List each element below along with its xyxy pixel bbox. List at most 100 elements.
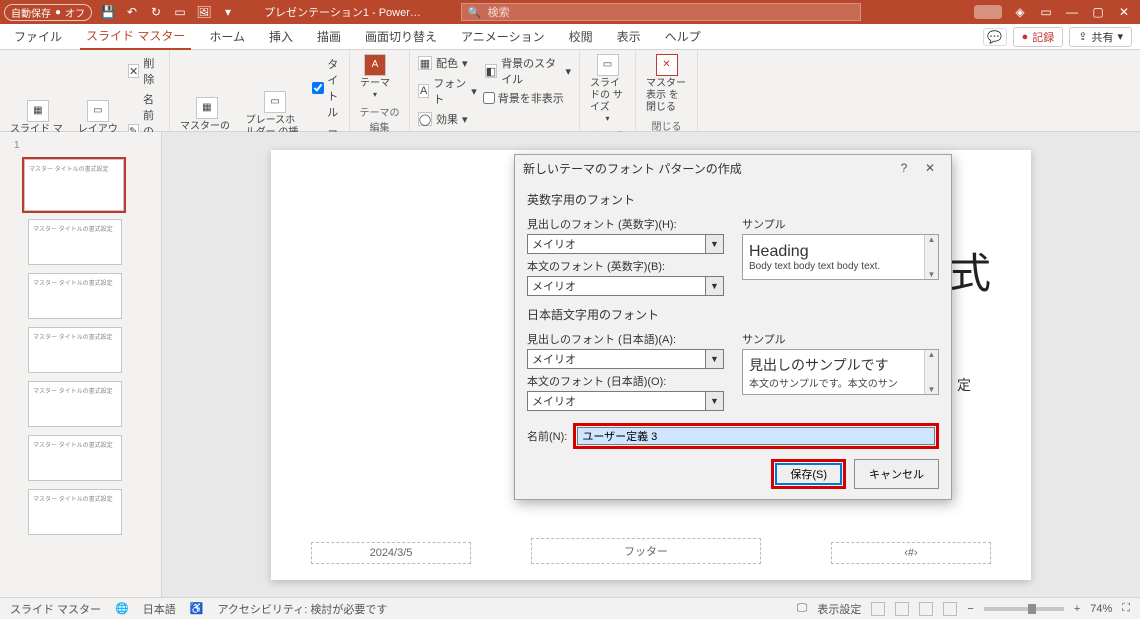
create-theme-fonts-dialog: 新しいテーマのフォント パターンの作成 ? ✕ 英数字用のフォント 見出しのフォ… <box>514 154 952 500</box>
tab-transition[interactable]: 画面切り替え <box>359 24 443 49</box>
view-sorter-icon[interactable] <box>895 602 909 616</box>
thumbnail-layout[interactable]: マスター タイトルの書式設定 <box>28 489 122 535</box>
ribbon-tabs: ファイル スライド マスター ホーム 挿入 描画 画面切り替え アニメーション … <box>0 24 1140 50</box>
view-reading-icon[interactable] <box>919 602 933 616</box>
tab-view[interactable]: 表示 <box>611 24 647 49</box>
display-settings[interactable]: 表示設定 <box>817 601 861 617</box>
hide-bg-checkbox[interactable]: 背景を非表示 <box>483 90 573 106</box>
slidenum-placeholder[interactable]: ‹#› <box>831 542 991 564</box>
close-icon[interactable]: ✕ <box>1116 4 1132 20</box>
themes-button[interactable]: Aテーマ▾ <box>356 52 394 102</box>
jp-sample-box: 見出しのサンプルです 本文のサンプルです。本文のサン ▲▼ <box>742 349 939 395</box>
tab-review[interactable]: 校閲 <box>563 24 599 49</box>
tab-home[interactable]: ホーム <box>203 24 251 49</box>
heading-jp-combo[interactable]: メイリオ▼ <box>527 349 724 369</box>
minimize-icon[interactable]: — <box>1064 4 1080 20</box>
work-area: 1 マスター タイトルの書式設定 マスター タイトルの書式設定 マスター タイト… <box>0 132 1140 597</box>
start-slideshow-icon[interactable]: ▭ <box>172 4 188 20</box>
colors-icon: ▦ <box>418 56 432 70</box>
redo-icon[interactable]: ↻ <box>148 4 164 20</box>
status-lang[interactable]: 日本語 <box>143 601 176 617</box>
display-settings-icon: 🖵 <box>797 602 808 615</box>
tab-help[interactable]: ヘルプ <box>659 24 707 49</box>
view-normal-icon[interactable] <box>871 602 885 616</box>
zoom-in-icon[interactable]: + <box>1074 603 1080 615</box>
effects-button[interactable]: ◯効果 ▾ <box>416 110 479 128</box>
close-master-button[interactable]: ✕マスター表示 を閉じる <box>642 52 691 116</box>
record-button[interactable]: ●記録 <box>1013 27 1064 47</box>
chevron-down-icon[interactable]: ▼ <box>706 234 724 254</box>
heading-jp-label: 見出しのフォント (日本語)(A): <box>527 331 724 347</box>
group-label-theme-edit: テーマの編集 <box>356 102 403 136</box>
dialog-close-icon[interactable]: ✕ <box>917 161 943 175</box>
status-accessibility[interactable]: アクセシビリティ: 検討が必要です <box>217 601 387 617</box>
fonts-button[interactable]: Aフォント ▾ <box>416 74 479 108</box>
name-label: 名前(N): <box>527 428 567 444</box>
sample-label-latin: サンプル <box>742 216 939 232</box>
qat-overflow-icon[interactable]: ▾ <box>220 4 236 20</box>
maximize-icon[interactable]: ▢ <box>1090 4 1106 20</box>
dialog-help-icon[interactable]: ? <box>891 161 917 175</box>
diamond-icon[interactable]: ◈ <box>1012 4 1028 20</box>
view-slideshow-icon[interactable] <box>943 602 957 616</box>
thumbnail-layout[interactable]: マスター タイトルの書式設定 <box>28 435 122 481</box>
titlebar: 自動保存 ● オフ 💾 ↶ ↻ ▭ 🖼 ▾ プレゼンテーション1 - Power… <box>0 0 1140 24</box>
save-icon[interactable]: 💾 <box>100 4 116 20</box>
fonts-icon: A <box>418 84 429 98</box>
search-icon: 🔍 <box>468 6 482 19</box>
bg-style-icon: ◧ <box>485 64 497 78</box>
chevron-down-icon[interactable]: ▼ <box>706 391 724 411</box>
status-lang-icon: 🌐 <box>115 602 129 615</box>
name-input[interactable] <box>577 427 935 445</box>
thumbnail-master[interactable]: マスター タイトルの書式設定 <box>24 159 124 211</box>
thumbnail-layout[interactable]: マスター タイトルの書式設定 <box>28 219 122 265</box>
sample-label-jp: サンプル <box>742 331 939 347</box>
thumbnail-layout[interactable]: マスター タイトルの書式設定 <box>28 273 122 319</box>
colors-button[interactable]: ▦配色 ▾ <box>416 54 479 72</box>
slide-size-button[interactable]: ▭スライドの サイズ▾ <box>586 52 629 126</box>
chevron-down-icon[interactable]: ▼ <box>706 349 724 369</box>
cancel-button[interactable]: キャンセル <box>854 459 939 489</box>
status-mode[interactable]: スライド マスター <box>10 601 101 617</box>
body-latin-label: 本文のフォント (英数字)(B): <box>527 258 724 274</box>
slide-canvas[interactable]: の書式 定 2024/3/5 フッター ‹#› 新しいテーマのフォント パターン… <box>162 132 1140 597</box>
tab-insert[interactable]: 挿入 <box>263 24 299 49</box>
dialog-title: 新しいテーマのフォント パターンの作成 <box>523 160 742 177</box>
delete-button[interactable]: ✕削除 <box>126 54 163 88</box>
latin-sample-box: Heading Body text body text body text. ▲… <box>742 234 939 280</box>
undo-icon[interactable]: ↶ <box>124 4 140 20</box>
body-latin-combo[interactable]: メイリオ▼ <box>527 276 724 296</box>
picture-icon[interactable]: 🖼 <box>196 4 212 20</box>
footer-placeholder[interactable]: フッター <box>531 538 761 564</box>
chevron-down-icon[interactable]: ▼ <box>706 276 724 296</box>
title-checkbox[interactable]: タイトル <box>312 56 343 120</box>
thumbnail-layout[interactable]: マスター タイトルの書式設定 <box>28 327 122 373</box>
slide-thumbnails-panel[interactable]: 1 マスター タイトルの書式設定 マスター タイトルの書式設定 マスター タイト… <box>0 132 162 597</box>
sample-scrollbar[interactable]: ▲▼ <box>924 235 938 279</box>
share-button[interactable]: ⇪共有▾ <box>1069 27 1132 47</box>
tab-draw[interactable]: 描画 <box>311 24 347 49</box>
heading-latin-label: 見出しのフォント (英数字)(H): <box>527 216 724 232</box>
search-input[interactable]: 🔍 検索 <box>461 3 861 21</box>
ribbon-display-icon[interactable]: ▭ <box>1038 4 1054 20</box>
sample-scrollbar[interactable]: ▲▼ <box>924 350 938 394</box>
save-button[interactable]: 保存(S) <box>775 463 842 485</box>
tab-file[interactable]: ファイル <box>8 24 68 49</box>
comments-toggle-icon[interactable]: 💬 <box>983 28 1007 46</box>
zoom-value[interactable]: 74% <box>1090 603 1112 615</box>
fit-to-window-icon[interactable]: ⛶ <box>1122 602 1130 615</box>
zoom-slider[interactable] <box>984 607 1064 611</box>
tab-animation[interactable]: アニメーション <box>455 24 551 49</box>
tab-slide-master[interactable]: スライド マスター <box>80 23 191 50</box>
body-jp-combo[interactable]: メイリオ▼ <box>527 391 724 411</box>
body-jp-label: 本文のフォント (日本語)(O): <box>527 373 724 389</box>
bg-style-button[interactable]: ◧背景のスタイル ▾ <box>483 54 573 88</box>
account-avatar[interactable] <box>974 5 1002 19</box>
dialog-titlebar: 新しいテーマのフォント パターンの作成 ? ✕ <box>515 155 951 181</box>
autosave-toggle[interactable]: 自動保存 ● オフ <box>4 4 92 21</box>
heading-latin-combo[interactable]: メイリオ▼ <box>527 234 724 254</box>
thumbnail-layout[interactable]: マスター タイトルの書式設定 <box>28 381 122 427</box>
zoom-out-icon[interactable]: − <box>967 603 973 615</box>
accessibility-icon: ♿ <box>190 602 204 615</box>
date-placeholder[interactable]: 2024/3/5 <box>311 542 471 564</box>
